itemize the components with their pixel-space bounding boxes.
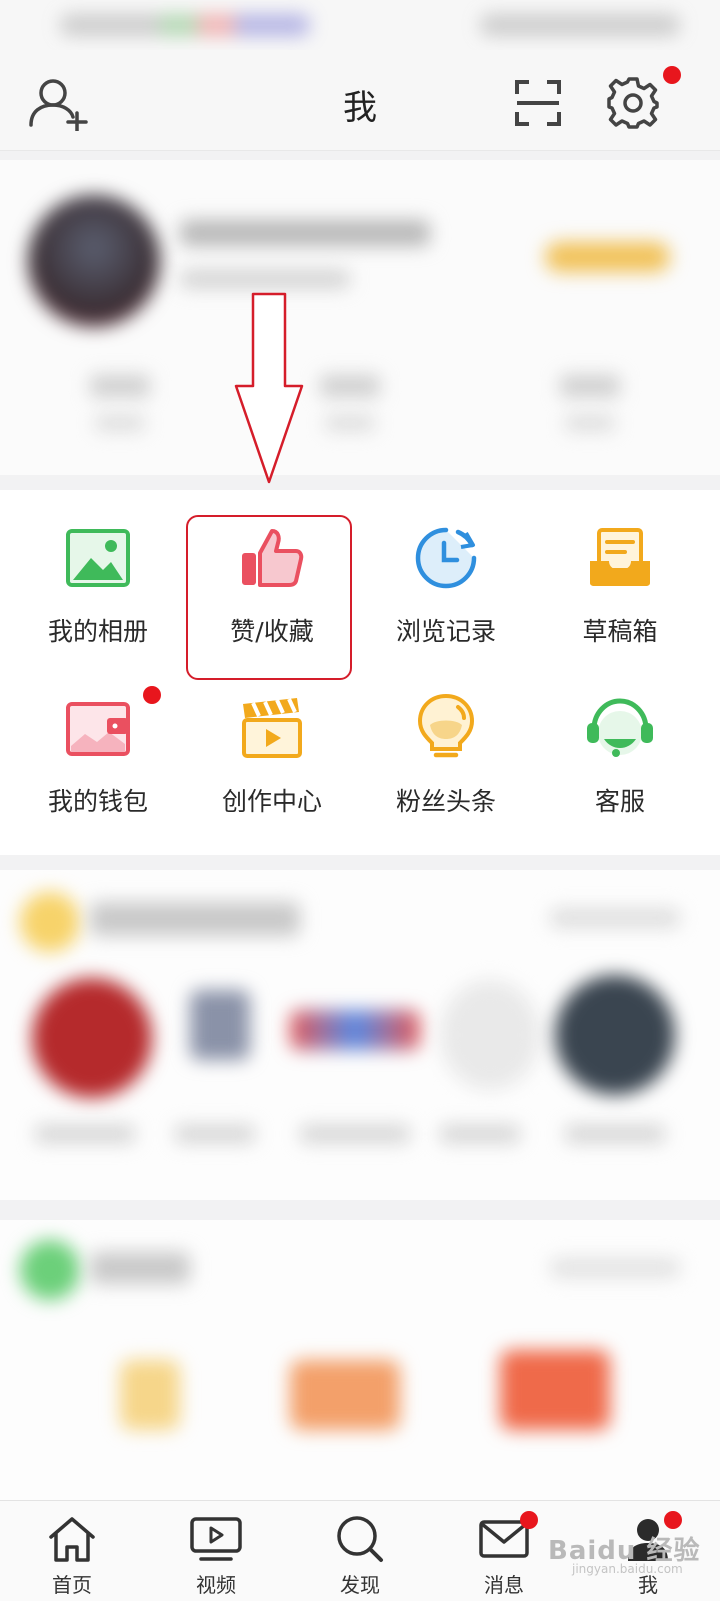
baidu-watermark-url: jingyan.baidu.com	[572, 1562, 683, 1576]
annotation-highlight-box	[186, 515, 352, 680]
tab-home[interactable]: 首页	[0, 1501, 144, 1601]
wallet-notification-dot	[143, 686, 161, 704]
feature-label: 我的相册	[47, 617, 148, 646]
feature-my-wallet[interactable]: 我的钱包	[10, 660, 186, 820]
my-experience-section[interactable]	[0, 870, 720, 1200]
scan-icon	[515, 80, 561, 126]
headset-icon	[587, 698, 653, 757]
settings-notification-dot	[663, 66, 681, 84]
search-icon	[337, 1516, 383, 1562]
wallet-icon	[66, 702, 130, 756]
drafts-tray-icon	[590, 528, 650, 586]
status-bar	[0, 0, 720, 50]
home-icon	[49, 1517, 95, 1562]
feature-grid: 我的相册 赞/收藏 浏览记录 草稿箱 我的钱包 创作中心 粉丝头条 客服	[0, 490, 720, 855]
lightbulb-icon	[417, 693, 475, 758]
feature-label: 创作中心	[221, 787, 322, 816]
feature-label: 我的钱包	[47, 787, 148, 816]
photo-album-icon	[66, 529, 130, 587]
feature-label: 浏览记录	[395, 617, 496, 646]
gear-icon	[607, 77, 659, 129]
tab-label: 发现	[340, 1573, 380, 1597]
feature-browse-history[interactable]: 浏览记录	[358, 490, 534, 650]
scan-button[interactable]	[503, 68, 573, 138]
feature-label: 客服	[594, 787, 645, 816]
messages-notification-dot	[520, 1511, 538, 1529]
feature-fans-headline[interactable]: 粉丝头条	[358, 660, 534, 820]
annotation-arrow	[234, 292, 304, 484]
tab-discover[interactable]: 发现	[288, 1501, 432, 1601]
feature-label: 草稿箱	[582, 617, 658, 646]
settings-button[interactable]	[598, 68, 668, 138]
tab-video[interactable]: 视频	[144, 1501, 288, 1601]
feature-customer-service[interactable]: 客服	[532, 660, 708, 820]
tab-label: 视频	[196, 1573, 236, 1597]
feature-label: 粉丝头条	[395, 787, 496, 816]
feature-my-album[interactable]: 我的相册	[10, 490, 186, 650]
tab-label: 首页	[52, 1573, 92, 1597]
tab-label: 消息	[484, 1573, 524, 1597]
top-header: 我	[0, 50, 720, 151]
clapperboard-icon	[242, 698, 302, 758]
profile-card[interactable]	[0, 160, 720, 475]
video-icon	[190, 1517, 242, 1561]
feature-creator-center[interactable]: 创作中心	[184, 660, 360, 820]
recommend-section[interactable]	[0, 1220, 720, 1500]
clock-history-icon	[415, 527, 477, 589]
avatar[interactable]	[28, 195, 160, 327]
feature-drafts[interactable]: 草稿箱	[532, 490, 708, 650]
me-notification-dot	[664, 1511, 682, 1529]
